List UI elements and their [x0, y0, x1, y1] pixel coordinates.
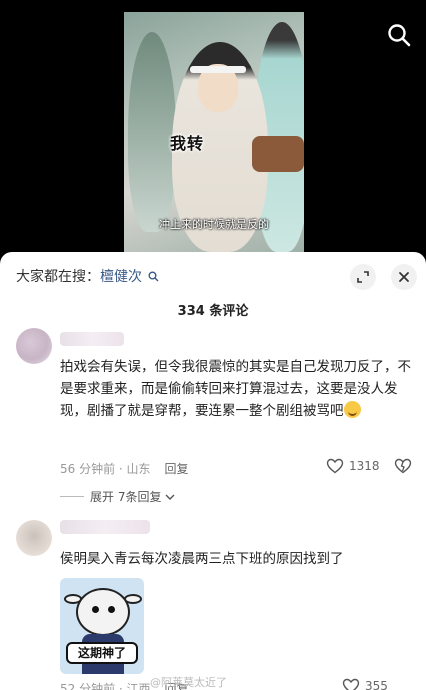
- video-headband: [190, 66, 246, 73]
- video-caption: 我转: [169, 134, 204, 153]
- heart-icon: [342, 678, 360, 690]
- video-player[interactable]: 我转 冲上来的时候就是反的: [0, 0, 426, 252]
- like-button[interactable]: 1318: [326, 458, 380, 474]
- sticker-goat-eye: [108, 606, 115, 613]
- search-icon[interactable]: [386, 22, 412, 48]
- sticker-goat-head: [76, 588, 130, 636]
- trending-search-prefix: 大家都在搜：: [16, 269, 100, 285]
- dislike-icon[interactable]: [394, 458, 412, 478]
- comment-sticker-image[interactable]: 这期神了: [60, 578, 144, 674]
- comment-count: 334 条评论: [177, 304, 249, 319]
- fullscreen-icon[interactable]: [350, 264, 376, 290]
- video-subtitle: 冲上来的时候就是反的: [159, 218, 269, 231]
- close-icon[interactable]: [391, 264, 417, 290]
- avatar[interactable]: [16, 328, 52, 364]
- watermark: @阿莱莫太近了: [150, 676, 227, 689]
- trending-search-keyword[interactable]: 檀健次: [100, 269, 142, 285]
- comment-time-location: 52 分钟前 · 江西: [60, 682, 151, 690]
- expand-replies-button[interactable]: 展开 7条回复: [60, 488, 175, 505]
- comment-meta: 56 分钟前 · 山东 回复: [60, 460, 189, 477]
- smile-emoji-icon: [343, 401, 361, 418]
- video-frame[interactable]: 我转 冲上来的时候就是反的: [124, 12, 304, 252]
- reply-button[interactable]: 回复: [165, 462, 189, 476]
- comment-text: 侯明昊入青云每次凌晨两三点下班的原因找到了: [60, 551, 344, 567]
- comment-text: 拍戏会有失误，但令我很震惊的其实是自己发现刀反了，不是要求重来，而是偷偷转回来打…: [60, 356, 416, 422]
- username-blurred[interactable]: [60, 332, 124, 346]
- like-count: 1318: [349, 459, 380, 473]
- trending-search[interactable]: 大家都在搜：檀健次: [16, 266, 159, 286]
- like-button[interactable]: 355: [342, 678, 388, 690]
- divider: [60, 496, 84, 497]
- comments-sheet: 大家都在搜：檀健次 334 条评论 拍戏会有失误，但令我很震惊的其实是自己发现刀…: [0, 252, 426, 690]
- expand-replies-label: 展开 7条回复: [90, 490, 162, 504]
- video-tray: [252, 136, 304, 172]
- search-mini-icon: [148, 270, 159, 282]
- like-count: 355: [365, 679, 388, 690]
- sticker-goat-eye: [92, 606, 99, 613]
- comment-time-location: 56 分钟前 · 山东: [60, 462, 151, 476]
- heart-icon: [326, 458, 344, 474]
- username-blurred[interactable]: [60, 520, 150, 534]
- chevron-down-icon: [165, 494, 175, 500]
- avatar[interactable]: [16, 520, 52, 556]
- sticker-caption: 这期神了: [66, 642, 138, 664]
